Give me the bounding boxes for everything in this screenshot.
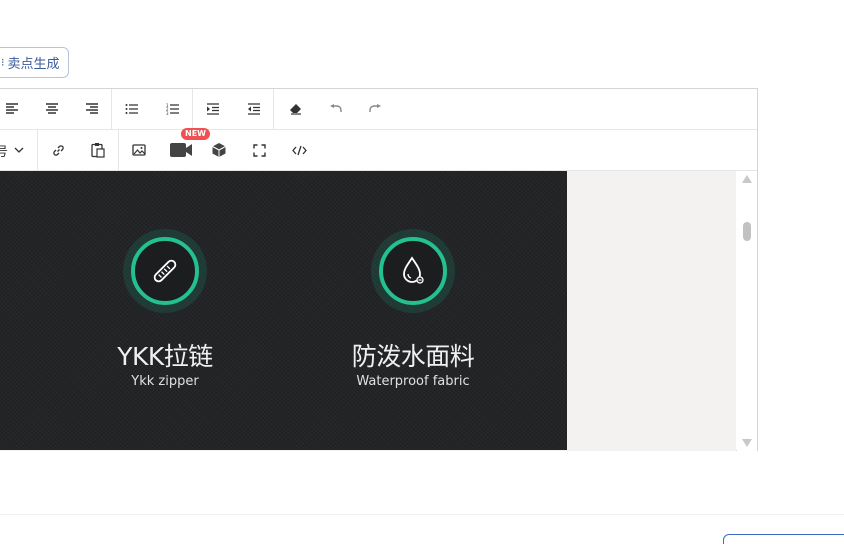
align-center-icon[interactable] bbox=[37, 89, 67, 129]
feature-title: 防泼水面料 bbox=[351, 342, 475, 371]
scroll-thumb[interactable] bbox=[743, 222, 751, 241]
feature-subtitle: Waterproof fabric bbox=[356, 374, 470, 389]
video-icon[interactable]: NEW bbox=[164, 128, 210, 170]
product-feature-banner: YKK拉链 Ykk zipper 防泼水面料 Waterproof fabric bbox=[0, 171, 567, 450]
editor-scrollbar[interactable] bbox=[737, 171, 757, 451]
toolbar-divider bbox=[273, 89, 274, 129]
toolbar-divider bbox=[192, 89, 193, 129]
sell-point-generate-button[interactable]: ⁝ 卖点生成 bbox=[0, 47, 69, 78]
align-right-icon[interactable] bbox=[77, 89, 107, 129]
page: ⁝ 卖点生成 123 号 NEW YKK拉链 Ykk zipper 防泼水面料 … bbox=[0, 0, 844, 544]
clear-format-icon[interactable] bbox=[280, 89, 310, 129]
indent-icon[interactable] bbox=[198, 89, 228, 129]
feature-subtitle: Ykk zipper bbox=[131, 374, 199, 389]
zipper-icon bbox=[131, 237, 199, 305]
code-view-icon[interactable] bbox=[284, 130, 314, 170]
water-drop-icon bbox=[379, 237, 447, 305]
redo-icon[interactable] bbox=[360, 89, 390, 129]
water-drop-icon-ring bbox=[371, 229, 455, 313]
toolbar-divider bbox=[118, 130, 119, 170]
toolbar-row-insert: 号 NEW bbox=[0, 128, 757, 171]
chevron-down-icon bbox=[14, 147, 24, 153]
feature-title: YKK拉链 bbox=[117, 342, 213, 371]
section-divider bbox=[0, 514, 844, 515]
svg-text:3: 3 bbox=[166, 111, 169, 115]
editor-content[interactable]: YKK拉链 Ykk zipper 防泼水面料 Waterproof fabric bbox=[0, 171, 736, 451]
zipper-icon-ring bbox=[123, 229, 207, 313]
bullet-list-icon[interactable] bbox=[117, 89, 147, 129]
align-left-icon[interactable] bbox=[0, 89, 27, 129]
heading-select[interactable]: 号 bbox=[0, 130, 24, 170]
outdent-icon[interactable] bbox=[239, 89, 269, 129]
scroll-up-arrow-icon[interactable] bbox=[742, 175, 752, 183]
rich-text-editor: 123 号 NEW YKK拉链 Ykk zipper 防泼水面料 Waterpr… bbox=[0, 88, 758, 451]
bottom-action-button[interactable] bbox=[723, 534, 844, 544]
undo-icon[interactable] bbox=[320, 89, 350, 129]
toolbar-row-formatting: 123 bbox=[0, 89, 757, 130]
scroll-down-arrow-icon[interactable] bbox=[742, 439, 752, 447]
toolbar-divider bbox=[111, 89, 112, 129]
paste-icon[interactable] bbox=[83, 130, 113, 170]
numbered-list-icon[interactable]: 123 bbox=[158, 89, 188, 129]
3d-model-icon[interactable] bbox=[204, 130, 234, 170]
sell-point-label: 卖点生成 bbox=[7, 57, 60, 72]
bolt-icon: ⁝ bbox=[1, 56, 5, 69]
link-icon[interactable] bbox=[43, 130, 73, 170]
heading-select-label: 号 bbox=[0, 144, 9, 160]
fullscreen-icon[interactable] bbox=[244, 130, 274, 170]
image-icon[interactable] bbox=[124, 130, 154, 170]
toolbar-divider bbox=[37, 130, 38, 170]
